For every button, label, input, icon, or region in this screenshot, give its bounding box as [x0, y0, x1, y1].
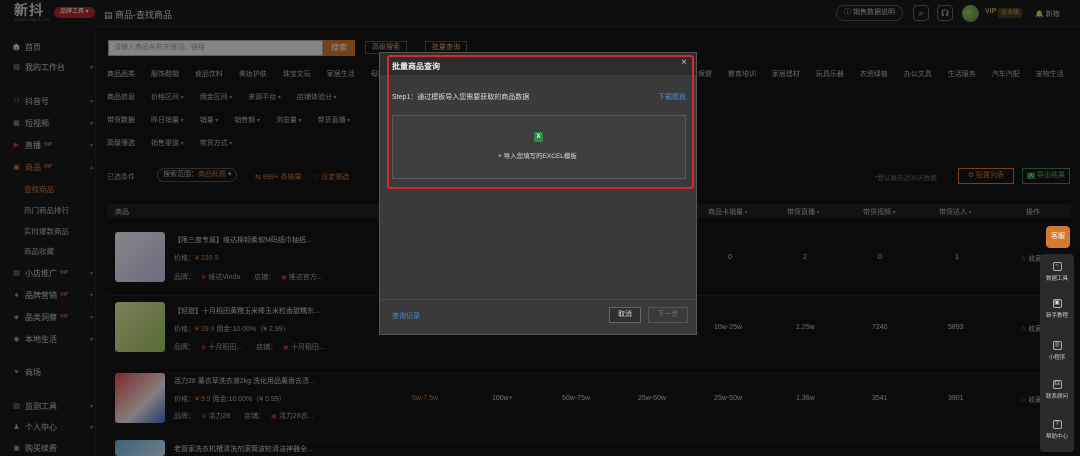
tool-label: 联系顾问: [1045, 394, 1068, 400]
highlight-box: [387, 55, 694, 189]
tutorial-button[interactable]: ▣ 新手教程: [1040, 299, 1074, 319]
headset-icon: ☊: [1052, 380, 1062, 389]
help-center-button[interactable]: ? 帮助中心: [1040, 420, 1074, 440]
mini-program-icon: ◎: [1052, 341, 1062, 350]
mini-program-button[interactable]: ◎ 小程序: [1040, 341, 1074, 361]
question-icon: ?: [1052, 420, 1062, 429]
support-mascot[interactable]: 客服: [1046, 226, 1070, 248]
modal-footer-divider: [380, 299, 696, 300]
data-tools-button[interactable]: ~ 数据工具: [1040, 262, 1074, 282]
tool-label: 新手教程: [1045, 313, 1068, 319]
next-step-button[interactable]: 下一步: [648, 307, 688, 323]
tool-label: 数据工具: [1045, 276, 1068, 282]
query-history-link[interactable]: 查询记录: [392, 311, 420, 321]
cancel-button[interactable]: 取消: [609, 307, 641, 323]
tool-label: 帮助中心: [1045, 434, 1068, 440]
book-icon: ▣: [1052, 299, 1062, 308]
contact-advisor-button[interactable]: ☊ 联系顾问: [1040, 380, 1074, 400]
chart-icon: ~: [1052, 262, 1062, 271]
tool-label: 小程序: [1048, 355, 1066, 361]
